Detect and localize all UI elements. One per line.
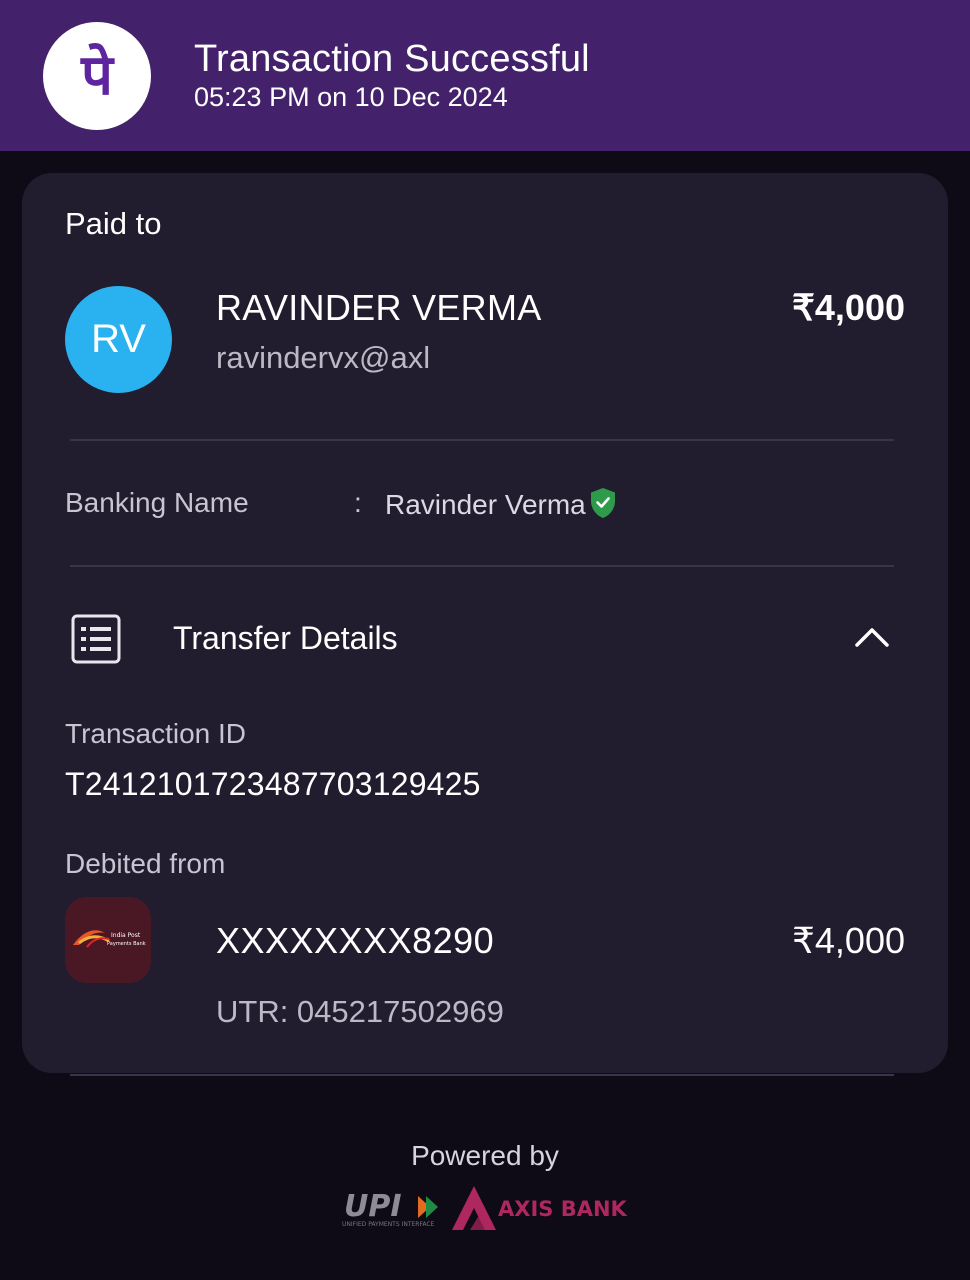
- svg-text:AXIS BANK: AXIS BANK: [498, 1197, 628, 1221]
- receipt-list-icon: [71, 614, 121, 669]
- debit-amount: ₹4,000: [792, 920, 905, 961]
- transaction-id-label: Transaction ID: [65, 718, 247, 749]
- india-post-payments-bank-logo: India Post Payments Bank: [65, 897, 151, 983]
- utr-number[interactable]: UTR: 045217502969: [216, 994, 504, 1030]
- phonepe-logo-glyph: पे: [80, 42, 115, 108]
- upi-logo: UPI UNIFIED PAYMENTS INTERFACE: [340, 1188, 445, 1235]
- status-title: Transaction Successful: [194, 38, 590, 80]
- phonepe-logo: पे: [43, 22, 151, 130]
- powered-by-label: Powered by: [411, 1140, 559, 1171]
- transaction-header: पे Transaction Successful 05:23 PM on 10…: [0, 0, 970, 151]
- debited-from-label: Debited from: [65, 848, 226, 879]
- banking-name-label: Banking Name: [65, 487, 249, 518]
- transaction-id-value[interactable]: T2412101723487703129425: [65, 766, 481, 803]
- svg-text:India Post: India Post: [111, 932, 141, 939]
- divider: [70, 1074, 894, 1076]
- svg-text:UNIFIED PAYMENTS INTERFACE: UNIFIED PAYMENTS INTERFACE: [342, 1221, 435, 1228]
- svg-text:पे: पे: [80, 42, 115, 108]
- payee-avatar: RV: [65, 286, 172, 393]
- banking-name-value: Ravinder Verma: [385, 489, 586, 520]
- debit-account-number: XXXXXXXX8290: [216, 920, 495, 961]
- chevron-up-icon[interactable]: [854, 625, 890, 654]
- transfer-details-label[interactable]: Transfer Details: [173, 620, 398, 657]
- verified-shield-icon: [590, 487, 616, 524]
- axis-bank-logo: AXIS BANK: [450, 1186, 630, 1237]
- divider: [70, 439, 894, 441]
- payee-upi-id: ravindervx@axl: [216, 340, 431, 375]
- divider: [70, 565, 894, 567]
- svg-text:Payments Bank: Payments Bank: [107, 941, 146, 947]
- paid-to-label: Paid to: [65, 206, 162, 241]
- paid-amount: ₹4,000: [792, 287, 905, 328]
- svg-text:UPI: UPI: [344, 1189, 402, 1224]
- transaction-card: Paid to RV RAVINDER VERMA ravindervx@axl…: [22, 173, 948, 1073]
- avatar-initials: RV: [91, 317, 146, 361]
- banking-name-separator: :: [354, 487, 362, 518]
- transaction-timestamp: 05:23 PM on 10 Dec 2024: [194, 82, 508, 112]
- payee-name: RAVINDER VERMA: [216, 287, 542, 328]
